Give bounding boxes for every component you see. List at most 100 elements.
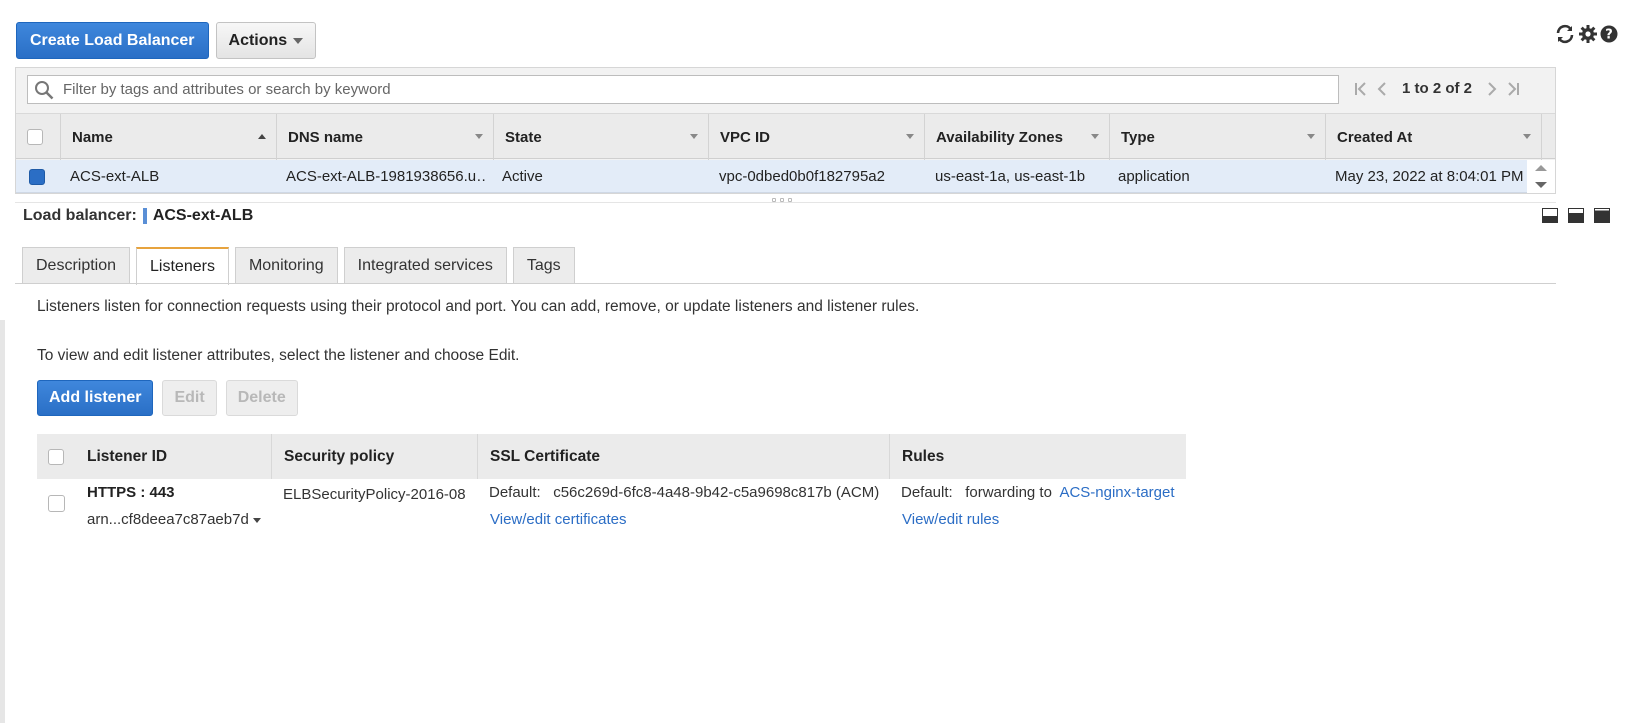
column-label: Availability Zones [936, 128, 1063, 146]
listener-arn[interactable]: arn...cf8deea7c87aeb7d [87, 511, 261, 528]
help-icon[interactable]: ? [1600, 25, 1618, 43]
search-row: 1 to 2 of 2 [16, 68, 1555, 113]
tab-tags[interactable]: Tags [512, 247, 575, 284]
last-page-icon[interactable] [1506, 81, 1520, 97]
edit-listener-button[interactable]: Edit [162, 380, 217, 416]
select-all-cell [16, 114, 60, 160]
detail-label: Load balancer: [23, 207, 137, 224]
previous-page-icon[interactable] [1376, 81, 1388, 97]
column-label: VPC ID [720, 128, 771, 146]
cell-vpc: vpc-0dbed0b0f182795a2 [719, 168, 885, 185]
column-header-name[interactable]: Name [60, 114, 276, 160]
column-label: DNS name [288, 128, 364, 146]
column-header-dns[interactable]: DNS name [276, 114, 493, 160]
chevron-down-icon [293, 37, 304, 44]
tab-listeners[interactable]: Listeners [136, 247, 229, 285]
chevron-down-icon [252, 517, 261, 523]
target-group-link[interactable]: ACS-nginx-target [1059, 484, 1174, 501]
sort-icon [690, 134, 698, 139]
select-all-checkbox[interactable] [27, 129, 43, 145]
add-listener-button[interactable]: Add listener [37, 380, 154, 416]
column-label: State [505, 128, 542, 146]
column-header-rules: Rules [889, 434, 1186, 479]
listener-row-select [48, 495, 65, 512]
tabs-underline [15, 283, 1556, 284]
ssl-default-prefix: Default: [489, 484, 541, 501]
listener-row-checkbox[interactable] [48, 495, 65, 512]
pagination-text: 1 to 2 of 2 [1402, 80, 1473, 97]
cell-created: May 23, 2022 at 8:04:01 PM … [1335, 168, 1528, 185]
cell-dns: ACS-ext-ALB-1981938656.u… [286, 168, 486, 185]
table-row[interactable]: ACS-ext-ALB ACS-ext-ALB-1981938656.u… Ac… [16, 160, 1528, 193]
tab-monitoring[interactable]: Monitoring [234, 247, 338, 284]
sort-icon [475, 134, 483, 139]
detail-lb-name: ACS-ext-ALB [152, 207, 254, 224]
grid-scrollbar[interactable] [1527, 160, 1555, 193]
detail-tabs: Description Listeners Monitoring Integra… [22, 247, 575, 285]
tab-integrated-services[interactable]: Integrated services [343, 247, 507, 284]
row-checkbox[interactable] [29, 168, 45, 185]
panel-maximize-icon[interactable] [1594, 208, 1610, 223]
column-label: Name [72, 128, 113, 146]
panel-minimize-icon[interactable] [1542, 208, 1558, 223]
listeners-select-all-checkbox[interactable] [48, 448, 64, 465]
top-toolbar: Create Load Balancer Actions [16, 22, 317, 59]
column-label: Type [1121, 128, 1155, 146]
listeners-table-header: Listener ID Security policy SSL Certific… [37, 434, 1186, 479]
cell-name: ACS-ext-ALB [70, 168, 160, 185]
listener-protocol-port: HTTPS : 443 [87, 484, 175, 501]
column-header-type[interactable]: Type [1109, 114, 1325, 160]
refresh-icon[interactable] [1554, 24, 1576, 44]
column-header-azs[interactable]: Availability Zones [924, 114, 1109, 160]
delete-listener-button[interactable]: Delete [225, 380, 298, 416]
gear-icon[interactable] [1579, 25, 1597, 43]
column-header-state[interactable]: State [493, 114, 708, 160]
listeners-edit-hint: To view and edit listener attributes, se… [37, 347, 520, 364]
detail-divider [15, 202, 1556, 203]
column-header-overflow [1541, 114, 1556, 160]
pagination: 1 to 2 of 2 [1354, 80, 1520, 97]
column-header-vpc[interactable]: VPC ID [708, 114, 924, 160]
next-page-icon[interactable] [1486, 81, 1498, 97]
view-edit-certificates-link[interactable]: View/edit certificates [490, 511, 626, 528]
create-load-balancer-button[interactable]: Create Load Balancer [16, 22, 209, 59]
first-page-icon[interactable] [1354, 81, 1368, 97]
listener-ssl-default: Default: c56c269d-6fc8-4a48-9b42-c5a9698… [489, 484, 879, 501]
column-header-created[interactable]: Created At [1325, 114, 1541, 160]
tab-description[interactable]: Description [22, 247, 131, 284]
detail-title: Load balancer: ACS-ext-ALB [23, 207, 253, 225]
sort-icon [1091, 134, 1099, 139]
listener-security-policy: ELBSecurityPolicy-2016-08 [283, 486, 466, 503]
row-select-cell [29, 160, 59, 193]
actions-dropdown-button[interactable]: Actions [215, 22, 317, 59]
listener-actions: Add listener Edit Delete [37, 380, 298, 416]
search-box[interactable] [27, 75, 1339, 104]
rules-default-prefix: Default: [901, 484, 953, 501]
table-row[interactable]: HTTPS : 443 arn...cf8deea7c87aeb7d ELBSe… [37, 479, 1186, 535]
cell-type: application [1118, 168, 1190, 185]
column-label: Created At [1337, 128, 1413, 146]
panel-layout-icons [1542, 208, 1610, 223]
load-balancer-grid: 1 to 2 of 2 Name DNS name State VPC ID A… [15, 67, 1556, 194]
scroll-up-icon[interactable] [1535, 165, 1547, 172]
search-icon [35, 80, 54, 99]
rules-forwarding-text: forwarding to [965, 484, 1052, 501]
sort-ascending-icon [258, 134, 266, 139]
ssl-certificate-id: c56c269d-6fc8-4a48-9b42-c5a9698c817b (AC… [553, 484, 880, 501]
listener-arn-text: arn...cf8deea7c87aeb7d [87, 511, 249, 528]
svg-text:?: ? [1605, 28, 1613, 43]
cell-azs: us-east-1a, us-east-1b [935, 168, 1086, 185]
listeners-intro-text: Listeners listen for connection requests… [37, 298, 920, 315]
top-right-icons: ? [1554, 24, 1618, 44]
listener-rules-default: Default: forwarding to ACS-nginx-target [901, 484, 1175, 501]
column-header-security-policy: Security policy [271, 434, 477, 479]
left-edge [0, 320, 5, 723]
search-input[interactable] [61, 80, 1311, 99]
sort-icon [1307, 134, 1315, 139]
scroll-down-icon[interactable] [1535, 181, 1547, 188]
view-edit-rules-link[interactable]: View/edit rules [902, 511, 999, 528]
panel-split-icon[interactable] [1568, 208, 1584, 223]
column-header-ssl-certificate: SSL Certificate [477, 434, 889, 479]
cell-state: Active [502, 168, 543, 185]
sort-icon [1523, 134, 1531, 139]
